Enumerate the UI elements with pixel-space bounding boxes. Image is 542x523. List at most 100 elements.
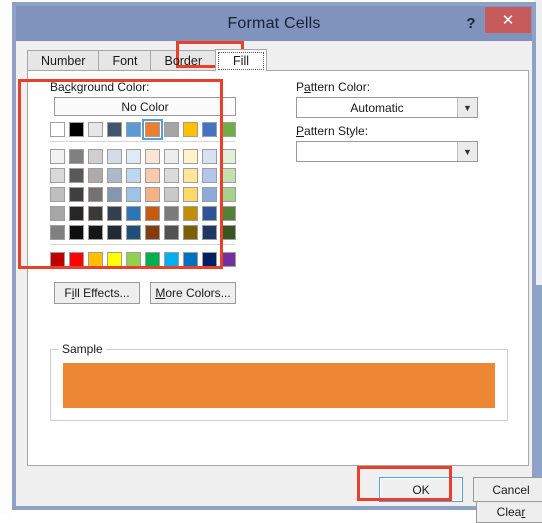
standard-color-swatch-8[interactable] xyxy=(202,252,217,267)
cancel-button[interactable]: Cancel xyxy=(473,477,542,502)
theme-color-swatch-9[interactable] xyxy=(221,122,236,137)
theme-variant-swatch-0-4[interactable] xyxy=(126,149,141,164)
theme-variant-swatch-1-1[interactable] xyxy=(69,168,84,183)
theme-color-swatch-3[interactable] xyxy=(107,122,122,137)
theme-variant-swatch-2-2[interactable] xyxy=(88,187,103,202)
theme-variant-swatch-4-8[interactable] xyxy=(202,225,217,240)
theme-color-swatch-6[interactable] xyxy=(164,122,179,137)
theme-variant-swatch-1-0[interactable] xyxy=(50,168,65,183)
theme-color-swatch-5[interactable] xyxy=(142,119,163,140)
theme-variant-swatch-1-4[interactable] xyxy=(126,168,141,183)
theme-variant-swatch-2-3[interactable] xyxy=(107,187,122,202)
theme-variant-swatch-2-5[interactable] xyxy=(145,187,160,202)
theme-variant-swatch-2-4[interactable] xyxy=(126,187,141,202)
tab-font[interactable]: Font xyxy=(98,50,152,71)
theme-variant-swatch-2-1[interactable] xyxy=(69,187,84,202)
theme-variant-swatch-4-4[interactable] xyxy=(126,225,141,240)
theme-variant-swatch-4-5[interactable] xyxy=(145,225,160,240)
more-colors-button[interactable]: More Colors... xyxy=(150,282,236,304)
standard-color-swatch-7[interactable] xyxy=(183,252,198,267)
standard-color-swatch-6[interactable] xyxy=(164,252,179,267)
tab-fill-label: Fill xyxy=(233,53,249,68)
theme-variant-swatch-0-3[interactable] xyxy=(107,149,122,164)
theme-variant-swatch-1-2[interactable] xyxy=(88,168,103,183)
theme-variant-swatch-3-4[interactable] xyxy=(126,206,141,221)
theme-variant-swatch-1-9[interactable] xyxy=(221,168,236,183)
tab-fill[interactable]: Fill xyxy=(215,49,268,71)
standard-color-swatch-1[interactable] xyxy=(69,252,84,267)
palette-separator-bottom xyxy=(50,244,235,245)
theme-variant-swatch-3-2[interactable] xyxy=(88,206,103,221)
dialog-title: Format Cells xyxy=(227,14,321,32)
no-color-button[interactable]: No Color xyxy=(54,97,236,116)
theme-variant-swatch-0-6[interactable] xyxy=(164,149,179,164)
theme-variant-row-0 xyxy=(50,149,240,164)
standard-color-swatch-5[interactable] xyxy=(145,252,160,267)
theme-variant-swatch-2-0[interactable] xyxy=(50,187,65,202)
theme-variant-swatch-0-8[interactable] xyxy=(202,149,217,164)
chevron-down-icon[interactable]: ▼ xyxy=(457,142,477,161)
standard-color-swatch-4[interactable] xyxy=(126,252,141,267)
theme-variant-swatch-3-9[interactable] xyxy=(221,206,236,221)
theme-variant-swatch-0-7[interactable] xyxy=(183,149,198,164)
background-color-label: Background Color: xyxy=(50,80,150,94)
theme-variant-swatch-2-6[interactable] xyxy=(164,187,179,202)
close-icon[interactable]: ✕ xyxy=(485,7,531,33)
background-color-palette[interactable] xyxy=(50,119,240,271)
theme-variant-swatch-2-9[interactable] xyxy=(221,187,236,202)
theme-variant-swatch-0-0[interactable] xyxy=(50,149,65,164)
theme-variant-swatch-0-9[interactable] xyxy=(221,149,236,164)
palette-separator-top xyxy=(50,141,235,142)
theme-variant-swatch-1-5[interactable] xyxy=(145,168,160,183)
theme-variant-swatch-4-1[interactable] xyxy=(69,225,84,240)
theme-color-swatch-2[interactable] xyxy=(88,122,103,137)
theme-variant-swatch-3-3[interactable] xyxy=(107,206,122,221)
dialog-tabstrip: Number Font Border Fill xyxy=(27,49,521,71)
ok-button[interactable]: OK xyxy=(379,477,463,502)
theme-variant-swatch-4-9[interactable] xyxy=(221,225,236,240)
theme-color-swatch-0[interactable] xyxy=(50,122,65,137)
theme-variant-swatch-3-8[interactable] xyxy=(202,206,217,221)
tab-border[interactable]: Border xyxy=(150,50,217,71)
theme-variant-swatch-4-2[interactable] xyxy=(88,225,103,240)
theme-variant-swatch-1-3[interactable] xyxy=(107,168,122,183)
theme-variant-swatch-0-5[interactable] xyxy=(145,149,160,164)
theme-variant-swatch-1-8[interactable] xyxy=(202,168,217,183)
theme-variant-swatch-3-0[interactable] xyxy=(50,206,65,221)
theme-variant-swatch-4-3[interactable] xyxy=(107,225,122,240)
tab-border-label: Border xyxy=(164,54,203,68)
standard-color-swatch-9[interactable] xyxy=(221,252,236,267)
theme-variant-swatch-3-1[interactable] xyxy=(69,206,84,221)
pattern-color-dropdown[interactable]: Automatic ▼ xyxy=(296,97,478,118)
theme-color-swatch-4[interactable] xyxy=(126,122,141,137)
dialog-titlebar[interactable]: Format Cells ? ✕ xyxy=(16,6,532,41)
chevron-down-icon[interactable]: ▼ xyxy=(457,98,477,117)
theme-variant-swatch-3-5[interactable] xyxy=(145,206,160,221)
theme-variant-swatch-2-7[interactable] xyxy=(183,187,198,202)
no-color-label: No Color xyxy=(121,99,169,114)
standard-color-swatch-0[interactable] xyxy=(50,252,65,267)
theme-variant-swatch-2-8[interactable] xyxy=(202,187,217,202)
theme-variant-swatch-0-2[interactable] xyxy=(88,149,103,164)
standard-color-swatch-2[interactable] xyxy=(88,252,103,267)
theme-variant-swatch-1-6[interactable] xyxy=(164,168,179,183)
theme-color-swatch-1[interactable] xyxy=(69,122,84,137)
theme-variant-swatch-1-7[interactable] xyxy=(183,168,198,183)
clear-button[interactable]: Clea r xyxy=(476,501,542,523)
standard-color-swatch-3[interactable] xyxy=(107,252,122,267)
format-cells-dialog: Format Cells ? ✕ Number Font Border Fill… xyxy=(12,2,542,523)
theme-color-swatch-8[interactable] xyxy=(202,122,217,137)
theme-variant-swatch-3-7[interactable] xyxy=(183,206,198,221)
theme-variant-swatch-3-6[interactable] xyxy=(164,206,179,221)
fill-effects-button[interactable]: Fi ll Effects... xyxy=(54,282,140,304)
tab-number[interactable]: Number xyxy=(27,50,100,71)
theme-variant-swatch-0-1[interactable] xyxy=(69,149,84,164)
theme-variant-row-3 xyxy=(50,206,240,221)
theme-variant-swatch-4-7[interactable] xyxy=(183,225,198,240)
help-icon[interactable]: ? xyxy=(460,10,482,36)
theme-variant-swatch-4-0[interactable] xyxy=(50,225,65,240)
pattern-style-dropdown[interactable]: ▼ xyxy=(296,141,478,162)
sample-legend-label: Sample xyxy=(59,342,106,356)
theme-color-swatch-7[interactable] xyxy=(183,122,198,137)
theme-variant-swatch-4-6[interactable] xyxy=(164,225,179,240)
